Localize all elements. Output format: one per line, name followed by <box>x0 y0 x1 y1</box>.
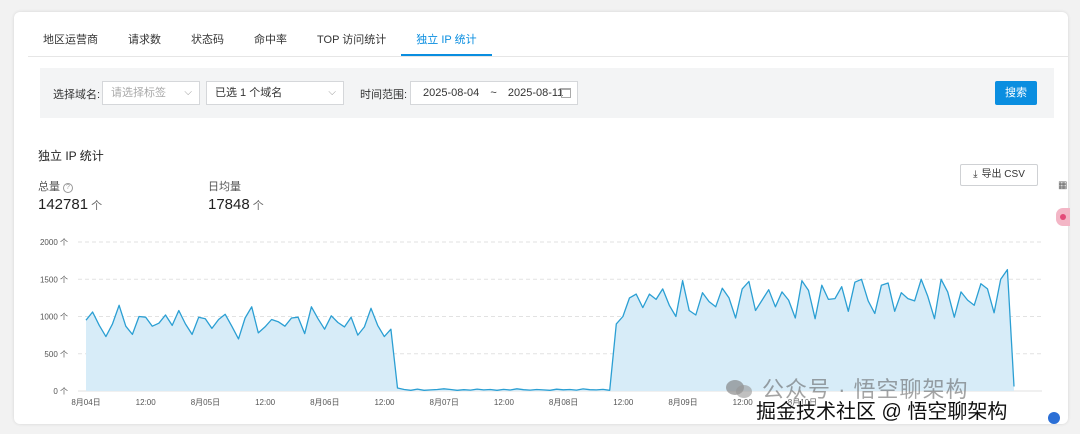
x-tick-label: 8月04日 <box>71 398 100 407</box>
x-tick-label: 8月09日 <box>668 398 697 407</box>
x-tick-label: 12:00 <box>136 398 157 407</box>
x-tick-label: 12:00 <box>494 398 515 407</box>
x-tick-label: 8月06日 <box>310 398 339 407</box>
y-tick-label: 2000 个 <box>40 238 68 247</box>
y-tick-label: 1000 个 <box>40 313 68 322</box>
x-tick-label: 12:00 <box>374 398 395 407</box>
watermark-juejin: 掘金技术社区 @ 悟空聊架构 <box>756 401 1008 423</box>
x-tick-label: 8月07日 <box>430 398 459 407</box>
x-tick-label: 12:00 <box>255 398 276 407</box>
x-tick-label: 8月08日 <box>549 398 578 407</box>
y-tick-label: 1500 个 <box>40 275 68 284</box>
y-tick-label: 500 个 <box>44 350 68 359</box>
wechat-icon <box>724 378 756 400</box>
x-tick-label: 12:00 <box>613 398 634 407</box>
corner-badge-icon <box>1048 412 1060 424</box>
unique-ip-chart: 2000 个 1500 个 1000 个 500 个 0 个8月04日 12:00 8月05… <box>40 238 1042 407</box>
y-tick-label: 0 个 <box>53 387 68 396</box>
x-tick-label: 8月05日 <box>191 398 220 407</box>
